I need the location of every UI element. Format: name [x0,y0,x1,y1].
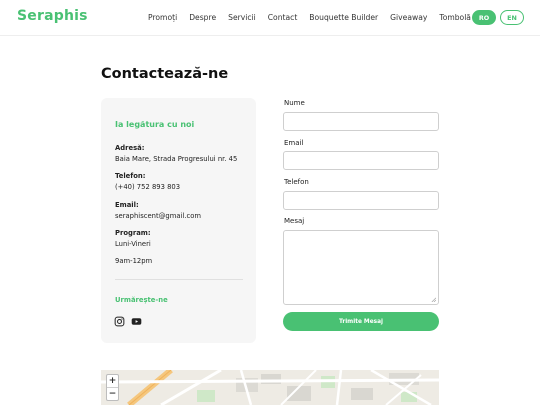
language-ro-button[interactable]: RO [472,10,496,25]
email-block: Email: seraphiscent@gmail.com [115,200,201,221]
page-title: Contactează-ne [101,66,229,82]
location-map[interactable]: + − [101,370,439,405]
address-label: Adresă: [115,144,145,152]
phone-field[interactable] [283,191,439,210]
nav-item-servicii[interactable]: Servicii [228,13,256,22]
main-nav: Promoți Despre Servicii Contact Bouquett… [148,13,483,22]
email-field-label: Email [284,139,304,147]
nav-item-contact[interactable]: Contact [268,13,298,22]
follow-heading: Urmărește-ne [115,296,168,304]
language-switcher: RO EN [472,10,524,25]
email-label: Email: [115,201,139,209]
zoom-out-button[interactable]: − [107,388,118,401]
site-header: Seraphis Promoți Despre Servicii Contact… [0,0,540,36]
email-value[interactable]: seraphiscent@gmail.com [115,211,201,222]
phone-label: Telefon: [115,172,146,180]
program-label: Program: [115,229,151,237]
map-zoom-control: + − [106,374,119,401]
nav-item-bouquette-builder[interactable]: Bouquette Builder [309,13,378,22]
program-hours: 9am-12pm [115,257,153,265]
name-field[interactable] [283,112,439,131]
contact-info-heading: Ia legătura cu noi [115,120,195,129]
phone-field-label: Telefon [284,178,309,186]
brand-logo[interactable]: Seraphis [17,8,88,24]
map-tiles [101,370,439,405]
program-block: Program: Luni-Vineri [115,228,151,249]
nav-item-giveaway[interactable]: Giveaway [390,13,427,22]
address-block: Adresă: Baia Mare, Strada Progresului nr… [115,143,237,164]
email-field[interactable] [283,151,439,170]
program-hours-block: 9am-12pm [115,256,152,267]
contact-info-card: Ia legătura cu noi Adresă: Baia Mare, St… [101,98,256,343]
instagram-icon[interactable] [114,316,125,327]
submit-button[interactable]: Trimite Mesaj [283,312,439,331]
card-divider [115,279,243,280]
phone-value[interactable]: (+40) 752 893 803 [115,182,180,193]
name-label: Nume [284,99,305,107]
address-value: Baia Mare, Strada Progresului nr. 45 [115,154,238,163]
message-label: Mesaj [284,217,305,225]
nav-item-tombola[interactable]: Tombolă [439,13,471,22]
program-days: Luni-Vineri [115,239,151,248]
phone-block: Telefon: (+40) 752 893 803 [115,171,180,192]
language-en-button[interactable]: EN [500,10,524,25]
resize-handle-icon[interactable] [431,297,436,302]
nav-item-promotii[interactable]: Promoți [148,13,177,22]
zoom-in-button[interactable]: + [107,375,118,388]
nav-item-despre[interactable]: Despre [189,13,216,22]
youtube-icon[interactable] [131,316,142,327]
message-field[interactable] [283,230,439,305]
